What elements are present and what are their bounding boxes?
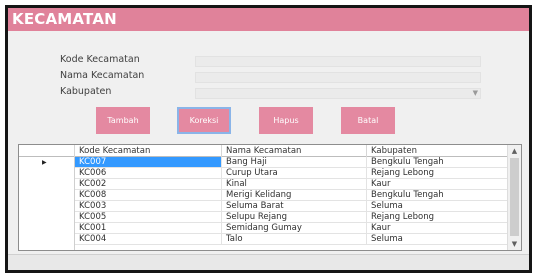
cell-kode[interactable]: KC008 [75,190,222,201]
chevron-down-icon[interactable]: ▼ [473,89,478,97]
cell-kode[interactable]: KC001 [75,223,222,234]
window-title: KECAMATAN [12,10,117,28]
kode-kecamatan-field[interactable] [195,56,481,67]
chevron-down-icon[interactable]: ▼ [508,238,521,250]
title-bar: KECAMATAN [8,8,529,31]
cell-nama[interactable]: Kinal [222,179,367,190]
cell-kabupaten[interactable]: Kaur [367,179,508,190]
cell-kode[interactable]: KC005 [75,212,222,223]
cell-kabupaten[interactable]: Seluma [367,234,508,245]
kabupaten-select[interactable]: ▼ [195,88,481,99]
table-row[interactable]: KC004 Talo Seluma [19,234,508,245]
kode-kecamatan-label: Kode Kecamatan [60,54,140,65]
status-bar [8,254,529,270]
kecamatan-window: KECAMATAN Kode Kecamatan Nama Kecamatan … [5,5,532,273]
kecamatan-grid[interactable]: Kode Kecamatan Nama Kecamatan Kabupaten … [18,144,522,251]
table-row[interactable]: ▶ KC007 Bang Haji Bengkulu Tengah [19,157,508,168]
cell-nama[interactable]: Semidang Gumay [222,223,367,234]
cell-kode[interactable]: KC003 [75,201,222,212]
triangle-right-icon: ▶ [42,159,47,166]
cell-kode[interactable]: KC006 [75,168,222,179]
cell-nama[interactable]: Seluma Barat [222,201,367,212]
kabupaten-label: Kabupaten [60,86,112,97]
table-row[interactable]: KC008 Merigi Kelidang Bengkulu Tengah [19,190,508,201]
table-row[interactable]: KC005 Selupu Rejang Rejang Lebong [19,212,508,223]
hapus-button[interactable]: Hapus [259,107,313,134]
cell-kabupaten[interactable]: Rejang Lebong [367,212,508,223]
table-row[interactable]: KC006 Curup Utara Rejang Lebong [19,168,508,179]
grid-header: Kode Kecamatan Nama Kecamatan Kabupaten [19,145,508,157]
column-header-kode[interactable]: Kode Kecamatan [75,145,222,157]
cell-kabupaten[interactable]: Kaur [367,223,508,234]
nama-kecamatan-field[interactable] [195,72,481,83]
koreksi-button[interactable]: Koreksi [177,107,231,134]
cell-nama[interactable]: Selupu Rejang [222,212,367,223]
row-header-corner [19,145,75,157]
column-header-kabupaten[interactable]: Kabupaten [367,145,508,157]
cell-kabupaten[interactable]: Rejang Lebong [367,168,508,179]
cell-nama[interactable]: Merigi Kelidang [222,190,367,201]
cell-nama[interactable]: Bang Haji [222,157,367,168]
cell-kabupaten[interactable]: Bengkulu Tengah [367,190,508,201]
vertical-scrollbar[interactable]: ▲ ▼ [507,145,521,250]
column-header-nama[interactable]: Nama Kecamatan [222,145,367,157]
cell-kode[interactable]: KC002 [75,179,222,190]
cell-nama[interactable]: Talo [222,234,367,245]
cell-nama[interactable]: Curup Utara [222,168,367,179]
scrollbar-thumb[interactable] [510,158,519,236]
tambah-button[interactable]: Tambah [96,107,150,134]
batal-button[interactable]: Batal [341,107,395,134]
table-row[interactable]: KC002 Kinal Kaur [19,179,508,190]
cell-kode[interactable]: KC004 [75,234,222,245]
cell-kabupaten[interactable]: Seluma [367,201,508,212]
chevron-up-icon[interactable]: ▲ [508,145,521,157]
nama-kecamatan-label: Nama Kecamatan [60,70,145,81]
table-row[interactable]: KC001 Semidang Gumay Kaur [19,223,508,234]
cell-kabupaten[interactable]: Bengkulu Tengah [367,157,508,168]
table-row[interactable]: KC003 Seluma Barat Seluma [19,201,508,212]
cell-kode[interactable]: KC007 [75,157,222,168]
